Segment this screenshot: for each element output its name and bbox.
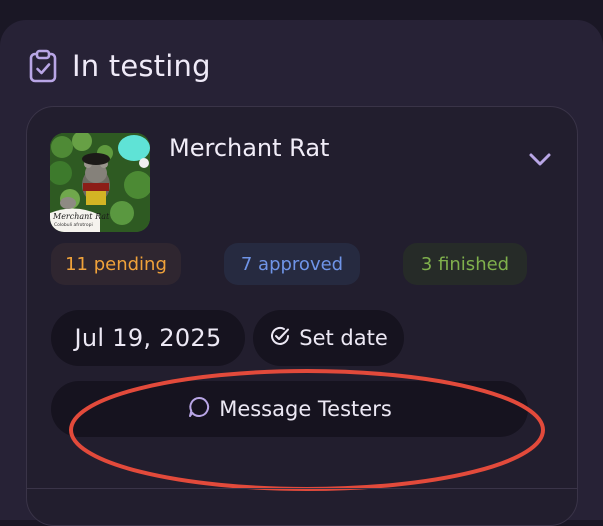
expand-toggle[interactable] [524,148,556,176]
svg-text:Colobuli afrotropi: Colobuli afrotropi [54,222,93,228]
finished-badge: 3 finished [403,243,527,285]
pending-badge: 11 pending [51,243,181,285]
check-circle-icon [269,325,291,352]
approved-badge: 7 approved [224,243,360,285]
chevron-down-icon [528,152,552,172]
date-label: Jul 19, 2025 [74,324,222,352]
set-date-label: Set date [299,326,388,350]
card-divider [26,488,578,489]
message-bubble-icon [187,395,211,424]
app-thumbnail: Merchant Rat Colobuli afrotropi [50,133,150,232]
date-button[interactable]: Jul 19, 2025 [51,310,245,366]
svg-text:Merchant Rat: Merchant Rat [52,212,110,221]
message-testers-button[interactable]: Message Testers [51,381,528,437]
message-testers-label: Message Testers [219,397,392,421]
section-title: In testing [72,49,211,83]
clipboard-check-icon [26,49,60,83]
app-name: Merchant Rat [169,134,330,162]
section-header: In testing [26,44,211,88]
set-date-button[interactable]: Set date [253,310,404,366]
